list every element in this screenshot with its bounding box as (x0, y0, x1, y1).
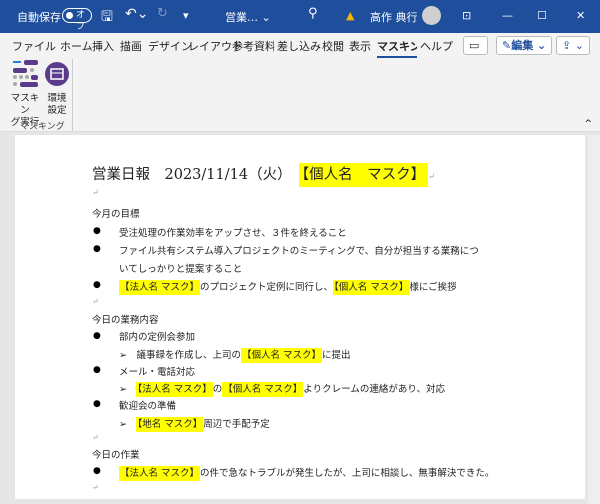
document-name[interactable]: 営業… ⌄ (225, 9, 271, 25)
list-item: メール・電話対応 (119, 367, 196, 378)
gear-icon (45, 62, 69, 86)
tab-mailings[interactable]: 差し込み (277, 38, 321, 54)
heading-monthly-goals: 今月の目標 (92, 209, 140, 220)
sub-list-item: ➢ 議事録を作成し、上司の【個人名 マスク】に提出 (119, 348, 351, 363)
group-divider (72, 59, 73, 131)
list-item: 【法人名 マスク】の件で急なトラブルが発生したが、上司に相談し、無事解決できた。 (119, 466, 495, 481)
vertical-scrollbar[interactable] (588, 135, 600, 504)
autosave-label: 自動保存 (17, 11, 61, 24)
search-icon[interactable]: ⚲ (308, 6, 318, 21)
share-button[interactable]: ⇪ ⌄ (556, 36, 590, 55)
list-item: 【法人名 マスク】のプロジェクト定例に同行し、【個人名 マスク】様にご挨拶 (119, 280, 457, 295)
redo-icon[interactable]: ↻ (157, 6, 168, 21)
customize-qat-icon[interactable]: ▾ (183, 9, 189, 22)
tab-design[interactable]: デザイン (148, 38, 192, 54)
heading-today-tasks: 今日の業務内容 (92, 315, 159, 326)
tab-file[interactable]: ファイル (12, 38, 56, 54)
autosave-toggle[interactable]: オフ (62, 8, 92, 32)
list-item: ファイル共有システム導入プロジェクトのミーティングで、自分が担当する業務につ (119, 246, 479, 257)
settings-button[interactable]: 環境 設定 (42, 59, 72, 117)
document-page[interactable]: 営業日報 2023/11/14（火） 【個人名 マスク】 ↵ ↵ 今月の目標 ● 受… (15, 135, 585, 499)
maximize-icon[interactable]: ☐ (537, 9, 547, 22)
tab-review[interactable]: 校閲 (322, 38, 344, 54)
comments-button[interactable]: ▭ (463, 36, 488, 55)
masked-name: 【個人名 マスク】 (298, 163, 429, 187)
tab-home[interactable]: ホーム (60, 38, 93, 54)
user-name[interactable]: 高作 典行 (370, 9, 418, 25)
warning-icon[interactable]: ▲ (346, 9, 354, 22)
sub-list-item: ➢ 【法人名 マスク】の【個人名 マスク】よりクレームの連絡があり、対応 (119, 382, 445, 397)
avatar[interactable] (422, 6, 441, 25)
title-bar: 自動保存 オフ 🖫 ↶⌄ ↻ ▾ 営業… ⌄ ⚲ ▲ 高作 典行 ⊡ — ☐ ✕ (0, 0, 600, 33)
close-icon[interactable]: ✕ (576, 9, 585, 22)
edit-mode-button[interactable]: ✎編集 ⌄ (496, 36, 553, 55)
list-item: 部内の定例会参加 (119, 332, 196, 343)
tab-help[interactable]: ヘルプ (420, 38, 453, 54)
heading-today-work: 今日の作業 (92, 450, 140, 461)
tab-references[interactable]: 参考資料 (232, 38, 274, 54)
minimize-icon[interactable]: — (502, 9, 513, 22)
ribbon-display-icon[interactable]: ⊡ (462, 9, 471, 22)
save-icon[interactable]: 🖫 (101, 6, 113, 30)
ribbon-tabs: ファイル ホーム 挿入 描画 デザイン レイアウト 参考資料 差し込み 校閲 表… (0, 33, 600, 59)
tab-draw[interactable]: 描画 (120, 38, 142, 54)
list-item: いてしっかりと提案すること (119, 264, 243, 275)
tab-masking[interactable]: マスキング (377, 38, 417, 58)
sub-list-item: ➢ 【地名 マスク】周辺で手配予定 (119, 417, 270, 432)
undo-icon[interactable]: ↶⌄ (125, 6, 148, 22)
doc-title: 営業日報 2023/11/14（火） 【個人名 マスク】 ↵ (92, 163, 435, 187)
ribbon: マスキン グ実行 環境 設定 マスキング ^ (0, 59, 600, 132)
list-item: 歓迎会の準備 (119, 401, 177, 412)
tab-insert[interactable]: 挿入 (92, 38, 114, 54)
collapse-ribbon-icon[interactable]: ^ (584, 119, 592, 129)
mask-run-icon (13, 60, 38, 87)
list-item: 受注処理の作業効率をアップさせ、３件を終えること (119, 228, 347, 239)
tab-view[interactable]: 表示 (349, 38, 371, 54)
pencil-icon: ✎ (502, 39, 512, 52)
group-label-masking: マスキング (20, 122, 65, 132)
